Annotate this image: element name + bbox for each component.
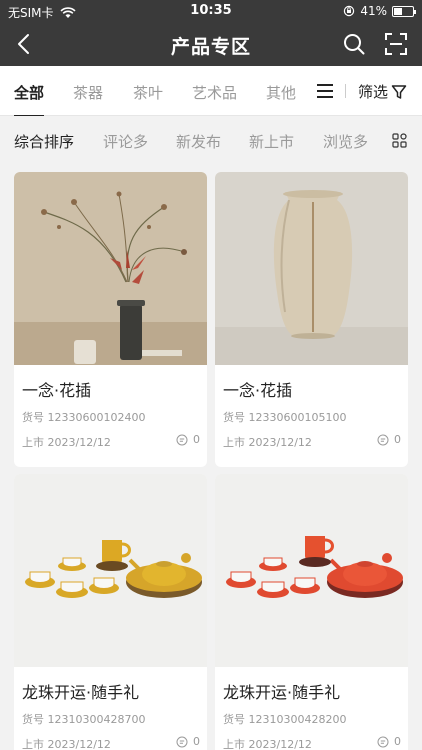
- menu-icon[interactable]: [316, 83, 334, 99]
- tab-art[interactable]: 艺术品: [192, 82, 237, 103]
- filter-label: 筛选: [358, 83, 389, 101]
- comment-count-value: 0: [193, 433, 200, 446]
- product-date: 上市 2023/12/12: [223, 436, 312, 449]
- comment-count-value: 0: [193, 735, 200, 748]
- product-image-red-tea-set: [215, 474, 408, 667]
- product-name: 龙珠开运·随手礼: [22, 683, 140, 702]
- sort-bar: 综合排序 评论多 新发布 新上市 浏览多: [0, 116, 422, 164]
- tab-all[interactable]: 全部: [14, 82, 45, 118]
- comment-icon: [176, 434, 188, 445]
- product-sku: 货号 12330600105100: [223, 411, 347, 424]
- product-name: 一念·花插: [22, 381, 92, 400]
- sort-most-viewed[interactable]: 浏览多: [323, 131, 368, 152]
- product-card[interactable]: 一念·花插 货号 12330600105100 上市 2023/12/12 0: [215, 172, 408, 467]
- comment-count-value: 0: [394, 433, 401, 446]
- tab-divider: [345, 84, 346, 98]
- comment-count: 0: [176, 433, 200, 446]
- product-sku: 货号 12330600102400: [22, 411, 146, 424]
- tab-tea-leaf[interactable]: 茶叶: [133, 82, 163, 103]
- product-image-flower-vase: [14, 172, 207, 365]
- search-icon[interactable]: [342, 32, 366, 56]
- product-date: 上市 2023/12/12: [223, 738, 312, 750]
- comment-icon: [176, 736, 188, 747]
- status-bar: 无SIM卡 10:35 41%: [0, 0, 422, 22]
- comment-icon: [377, 434, 389, 445]
- comment-count-value: 0: [394, 735, 401, 748]
- comment-count: 0: [176, 735, 200, 748]
- sort-newly-published[interactable]: 新发布: [176, 131, 221, 152]
- scan-icon[interactable]: [384, 32, 408, 56]
- product-image-tall-vase: [215, 172, 408, 365]
- comment-icon: [377, 736, 389, 747]
- comment-count: 0: [377, 735, 401, 748]
- battery-icon: [392, 5, 416, 17]
- orientation-lock-icon: [344, 5, 355, 17]
- product-image-yellow-tea-set: [14, 474, 207, 667]
- nav-bar: 产品专区: [0, 22, 422, 66]
- filter-button[interactable]: 筛选: [358, 81, 407, 102]
- product-card[interactable]: 一念·花插 货号 12330600102400 上市 2023/12/12 0: [14, 172, 207, 467]
- filter-icon: [391, 84, 407, 99]
- grid-view-icon[interactable]: [392, 133, 407, 148]
- sort-newly-listed[interactable]: 新上市: [249, 131, 294, 152]
- product-sku: 货号 12310300428200: [223, 713, 347, 726]
- product-name: 一念·花插: [223, 381, 293, 400]
- product-sku: 货号 12310300428700: [22, 713, 146, 726]
- comment-count: 0: [377, 433, 401, 446]
- tab-other[interactable]: 其他: [266, 82, 296, 103]
- product-card[interactable]: 龙珠开运·随手礼 货号 12310300428200 上市 2023/12/12…: [215, 474, 408, 750]
- product-date: 上市 2023/12/12: [22, 436, 111, 449]
- sort-most-reviews[interactable]: 评论多: [103, 131, 148, 152]
- category-tabs: 全部 茶器 茶叶 艺术品 其他 筛选: [0, 66, 422, 118]
- sort-composite[interactable]: 综合排序: [14, 131, 74, 152]
- product-name: 龙珠开运·随手礼: [223, 683, 341, 702]
- battery-percent: 41%: [360, 4, 387, 18]
- tab-tea-ware[interactable]: 茶器: [73, 82, 103, 103]
- product-date: 上市 2023/12/12: [22, 738, 111, 750]
- product-card[interactable]: 龙珠开运·随手礼 货号 12310300428700 上市 2023/12/12…: [14, 474, 207, 750]
